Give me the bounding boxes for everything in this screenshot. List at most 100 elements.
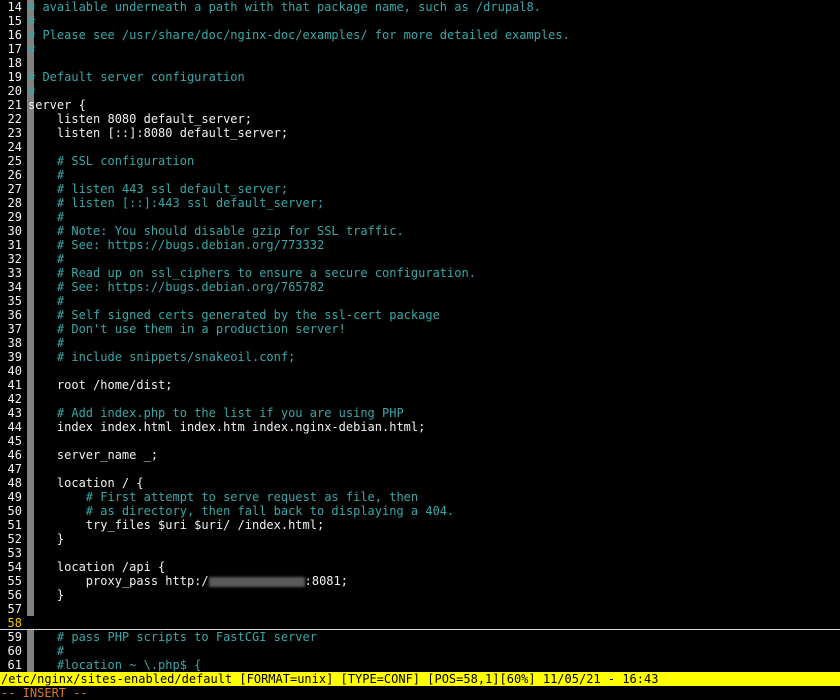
comment-text: # First attempt to serve request as file… <box>28 490 419 504</box>
editor-line[interactable]: 27 # listen 443 ssl default_server; <box>0 182 840 196</box>
editor-line[interactable]: 48 location / { <box>0 476 840 490</box>
editor-line[interactable]: 42 <box>0 392 840 406</box>
editor-line[interactable]: 47 <box>0 462 840 476</box>
editor-line[interactable]: 36 # Self signed certs generated by the … <box>0 308 840 322</box>
line-number: 61 <box>7 658 22 672</box>
editor-line[interactable]: 33 # Read up on ssl_ciphers to ensure a … <box>0 266 840 280</box>
line-number: 50 <box>7 504 22 518</box>
comment-text: # <box>28 644 65 658</box>
comment-text: # <box>28 14 36 28</box>
editor-line[interactable]: 16 # Please see /usr/share/doc/nginx-doc/… <box>0 28 840 42</box>
line-number: 45 <box>7 434 22 448</box>
sign-column-marker <box>27 462 34 476</box>
terminal-window: 14 # available underneath a path with tha… <box>0 0 840 700</box>
editor-line[interactable]: 39 # include snippets/snakeoil.conf; <box>0 350 840 364</box>
comment-text: # Add index.php to the list if you are u… <box>28 406 404 420</box>
editor-line[interactable]: 25 # SSL configuration <box>0 154 840 168</box>
line-number: 43 <box>7 406 22 420</box>
line-number: 19 <box>7 70 22 84</box>
editor-line[interactable]: 34 # See: https://bugs.debian.org/765782 <box>0 280 840 294</box>
comment-text: # listen 443 ssl default_server; <box>28 182 289 196</box>
line-number: 56 <box>7 588 22 602</box>
editor-line[interactable]: 58 <box>0 616 840 630</box>
comment-text: # <box>28 210 65 224</box>
editor-line[interactable]: 28 # listen [::]:443 ssl default_server; <box>0 196 840 210</box>
comment-text: # listen [::]:443 ssl default_server; <box>28 196 325 210</box>
editor-line[interactable]: 45 <box>0 434 840 448</box>
line-number: 53 <box>7 546 22 560</box>
editor-line[interactable]: 60 # <box>0 644 840 658</box>
line-number: 49 <box>7 490 22 504</box>
editor-line[interactable]: 61 #location ~ \.php$ { <box>0 658 840 672</box>
comment-text: # include snippets/snakeoil.conf; <box>28 350 296 364</box>
line-number: 28 <box>7 196 22 210</box>
editor-line[interactable]: 30 # Note: You should disable gzip for S… <box>0 224 840 238</box>
line-number: 23 <box>7 126 22 140</box>
editor-line[interactable]: 44 index index.html index.htm index.ngin… <box>0 420 840 434</box>
editor-line[interactable]: 38 # <box>0 336 840 350</box>
line-number: 52 <box>7 532 22 546</box>
line-number: 15 <box>7 14 22 28</box>
comment-text: # <box>28 42 36 56</box>
editor-line[interactable]: 29 # <box>0 210 840 224</box>
comment-text: # <box>28 336 65 350</box>
editor-line[interactable]: 37 # Don't use them in a production serv… <box>0 322 840 336</box>
editor-line[interactable]: 17 # <box>0 42 840 56</box>
line-number: 47 <box>7 462 22 476</box>
mode-indicator: -- INSERT -- <box>1 686 88 700</box>
line-number: 34 <box>7 280 22 294</box>
editor-line[interactable]: 51 try_files $uri $uri/ /index.html; <box>0 518 840 532</box>
sign-column-marker <box>27 364 34 378</box>
line-number: 41 <box>7 378 22 392</box>
editor-line[interactable]: 31 # See: https://bugs.debian.org/773332 <box>0 238 840 252</box>
line-number: 60 <box>7 644 22 658</box>
comment-text: # as directory, then fall back to displa… <box>28 504 455 518</box>
editor-line[interactable]: 59 # pass PHP scripts to FastCGI server <box>0 630 840 644</box>
editor-line[interactable]: 41 root /home/dist; <box>0 378 840 392</box>
editor-line[interactable]: 55 proxy_pass http:/:8081; <box>0 574 840 588</box>
line-number: 17 <box>7 42 22 56</box>
editor-line[interactable]: 50 # as directory, then fall back to dis… <box>0 504 840 518</box>
code-text: listen 8080 default_server; <box>28 112 252 126</box>
comment-text: # Don't use them in a production server! <box>28 322 346 336</box>
editor-line[interactable]: 56 } <box>0 588 840 602</box>
editor-line[interactable]: 23 listen [::]:8080 default_server; <box>0 126 840 140</box>
comment-text: # Default server configuration <box>28 70 245 84</box>
editor-line[interactable]: 53 <box>0 546 840 560</box>
editor-line[interactable]: 26 # <box>0 168 840 182</box>
editor-line[interactable]: 20 # <box>0 84 840 98</box>
line-number: 42 <box>7 392 22 406</box>
comment-text: # See: https://bugs.debian.org/765782 <box>28 280 325 294</box>
editor-line[interactable]: 22 listen 8080 default_server; <box>0 112 840 126</box>
code-text: root /home/dist; <box>28 378 173 392</box>
editor-line[interactable]: 18 <box>0 56 840 70</box>
editor-line[interactable]: 21 server { <box>0 98 840 112</box>
editor-line[interactable]: 19 # Default server configuration <box>0 70 840 84</box>
editor-line[interactable]: 46 server_name _; <box>0 448 840 462</box>
vim-editor-buffer[interactable]: 14 # available underneath a path with tha… <box>0 0 840 672</box>
editor-line[interactable]: 52 } <box>0 532 840 546</box>
editor-line[interactable]: 15 # <box>0 14 840 28</box>
line-number: 35 <box>7 294 22 308</box>
editor-line[interactable]: 14 # available underneath a path with tha… <box>0 0 840 14</box>
editor-line[interactable]: 54 location /api { <box>0 560 840 574</box>
editor-line[interactable]: 49 # First attempt to serve request as f… <box>0 490 840 504</box>
editor-line[interactable]: 43 # Add index.php to the list if you ar… <box>0 406 840 420</box>
comment-text: # SSL configuration <box>28 154 195 168</box>
line-number: 16 <box>7 28 22 42</box>
line-number: 59 <box>7 630 22 644</box>
code-text: } <box>28 588 65 602</box>
editor-line[interactable]: 57 <box>0 602 840 616</box>
editor-line[interactable]: 32 # <box>0 252 840 266</box>
code-text: } <box>28 532 65 546</box>
line-number: 38 <box>7 336 22 350</box>
line-number: 14 <box>7 0 22 14</box>
comment-text: # Please see /usr/share/doc/nginx-doc/ex… <box>28 28 570 42</box>
comment-text: # <box>28 252 65 266</box>
editor-line[interactable]: 24 <box>0 140 840 154</box>
line-number: 24 <box>7 140 22 154</box>
editor-line[interactable]: 40 <box>0 364 840 378</box>
editor-line[interactable]: 35 # <box>0 294 840 308</box>
line-number: 46 <box>7 448 22 462</box>
line-number: 33 <box>7 266 22 280</box>
